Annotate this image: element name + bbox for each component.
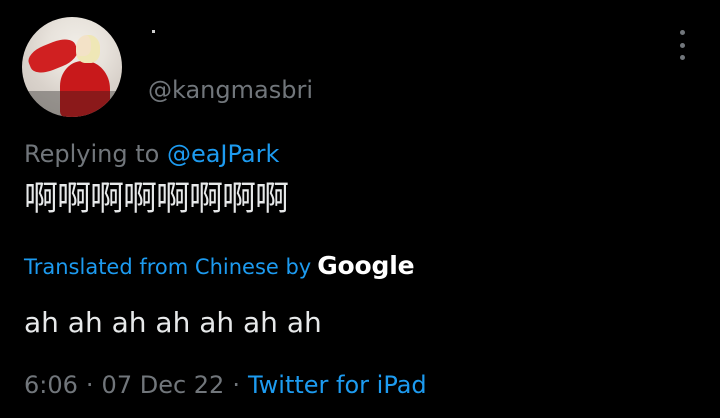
avatar-head: [76, 35, 100, 63]
reply-to-mention[interactable]: @eaJPark: [167, 140, 279, 168]
google-logo: Google: [317, 251, 415, 280]
more-dot-1: [679, 30, 685, 35]
separator: ·: [85, 371, 94, 399]
tweet-translated-text: ah ah ah ah ah ah ah: [24, 306, 322, 339]
avatar-shadow: [22, 91, 122, 117]
tweet-date[interactable]: 07 Dec 22: [102, 371, 225, 399]
more-vertical-icon[interactable]: [676, 30, 688, 60]
tweet-metadata: 6:06 · 07 Dec 22 · Twitter for iPad: [24, 369, 427, 401]
avatar[interactable]: [22, 17, 122, 117]
replying-prefix: Replying to: [24, 140, 160, 168]
replying-to-line: Replying to @eaJPark: [24, 139, 279, 169]
author-name[interactable]: [152, 30, 155, 33]
tweet-time[interactable]: 6:06: [24, 371, 78, 399]
more-dot-2: [679, 42, 685, 48]
translation-prefix[interactable]: Translated from Chinese by: [24, 255, 311, 279]
tweet-original-text: 啊啊啊啊啊啊啊啊: [24, 179, 289, 219]
tweet-source[interactable]: Twitter for iPad: [248, 371, 427, 399]
more-dot-3: [679, 55, 685, 60]
translation-attribution: Translated from Chinese by Google: [24, 251, 415, 281]
separator: ·: [232, 371, 240, 399]
author-handle[interactable]: @kangmasbri: [148, 75, 313, 105]
